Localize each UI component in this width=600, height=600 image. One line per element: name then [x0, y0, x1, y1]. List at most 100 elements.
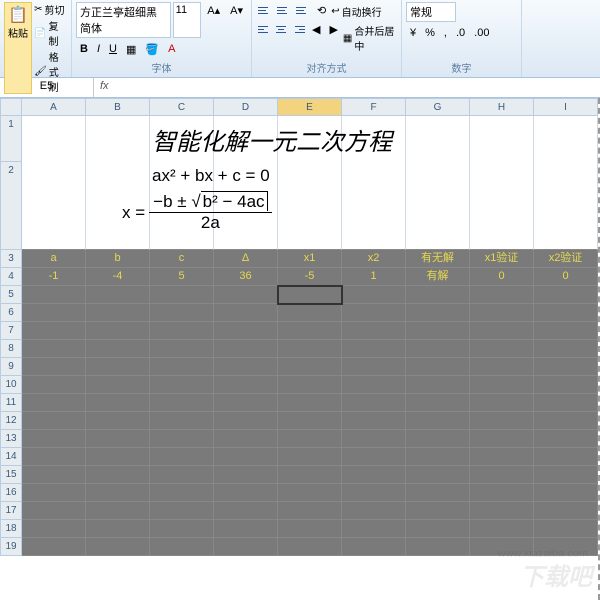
col-header[interactable]: D	[214, 98, 278, 116]
align-middle-button[interactable]	[275, 2, 293, 18]
cell[interactable]	[406, 358, 470, 376]
formula-input[interactable]	[115, 78, 600, 97]
cell[interactable]	[150, 502, 214, 520]
cell[interactable]	[22, 538, 86, 556]
row-header[interactable]: 3	[0, 250, 22, 268]
cell[interactable]	[470, 484, 534, 502]
col-header[interactable]: B	[86, 98, 150, 116]
cell[interactable]	[150, 430, 214, 448]
cell[interactable]	[150, 286, 214, 304]
cell[interactable]	[470, 394, 534, 412]
cell[interactable]: 有解	[406, 268, 470, 286]
row-header[interactable]: 1	[0, 116, 22, 162]
cell[interactable]	[470, 340, 534, 358]
cell[interactable]	[534, 520, 598, 538]
cell[interactable]	[22, 484, 86, 502]
cell[interactable]	[534, 116, 598, 162]
cell[interactable]: x2验证	[534, 250, 598, 268]
cell[interactable]	[470, 116, 534, 162]
cell[interactable]	[278, 412, 342, 430]
row-header[interactable]: 8	[0, 340, 22, 358]
cell[interactable]	[406, 538, 470, 556]
col-header[interactable]: H	[470, 98, 534, 116]
cell[interactable]	[150, 304, 214, 322]
cell[interactable]	[342, 286, 406, 304]
cell[interactable]	[534, 304, 598, 322]
align-top-button[interactable]	[256, 2, 274, 18]
cell[interactable]	[150, 466, 214, 484]
cell[interactable]	[534, 286, 598, 304]
cell[interactable]	[150, 376, 214, 394]
cell[interactable]	[150, 394, 214, 412]
cell[interactable]	[406, 322, 470, 340]
col-header[interactable]: F	[342, 98, 406, 116]
cell[interactable]	[278, 162, 342, 250]
cell[interactable]	[406, 116, 470, 162]
selected-cell[interactable]	[278, 286, 342, 304]
currency-button[interactable]: ¥	[406, 25, 420, 41]
cell[interactable]	[22, 448, 86, 466]
cell[interactable]	[278, 430, 342, 448]
wrap-text-button[interactable]: ↩自动换行	[331, 4, 381, 19]
cell[interactable]	[406, 502, 470, 520]
row-header[interactable]: 18	[0, 520, 22, 538]
row-header[interactable]: 2	[0, 162, 22, 250]
cell[interactable]	[22, 286, 86, 304]
font-color-button[interactable]: A	[164, 41, 179, 58]
fx-button[interactable]: fx	[94, 78, 115, 97]
font-size-select[interactable]: 11	[173, 2, 202, 38]
row-header[interactable]: 6	[0, 304, 22, 322]
row-header[interactable]: 7	[0, 322, 22, 340]
align-bottom-button[interactable]	[294, 2, 312, 18]
cell[interactable]	[470, 430, 534, 448]
cell[interactable]	[342, 466, 406, 484]
underline-button[interactable]: U	[105, 41, 121, 58]
cell[interactable]	[150, 340, 214, 358]
cell[interactable]	[342, 162, 406, 250]
cell[interactable]	[406, 394, 470, 412]
increase-indent-button[interactable]: ▶	[325, 21, 341, 53]
cell[interactable]	[86, 340, 150, 358]
cell[interactable]	[86, 502, 150, 520]
cell[interactable]	[342, 394, 406, 412]
cell[interactable]	[214, 304, 278, 322]
copy-button[interactable]: 📄复制	[34, 18, 67, 48]
cell[interactable]: x1	[278, 250, 342, 268]
cell[interactable]	[22, 376, 86, 394]
font-name-select[interactable]: 方正兰亭超细黑简体	[76, 2, 171, 38]
cell[interactable]	[342, 340, 406, 358]
cell[interactable]	[470, 358, 534, 376]
cell[interactable]	[534, 448, 598, 466]
cell[interactable]: x1验证	[470, 250, 534, 268]
cell[interactable]	[214, 466, 278, 484]
cell[interactable]	[342, 538, 406, 556]
align-left-button[interactable]	[256, 21, 272, 37]
cell[interactable]	[150, 358, 214, 376]
merge-center-button[interactable]: ▦合并后居中	[343, 23, 397, 53]
orientation-button[interactable]: ⟲	[313, 2, 330, 19]
cell[interactable]	[470, 376, 534, 394]
cell[interactable]	[22, 116, 86, 162]
row-header[interactable]: 4	[0, 268, 22, 286]
cell[interactable]	[470, 304, 534, 322]
cell[interactable]	[22, 466, 86, 484]
cell[interactable]	[534, 162, 598, 250]
cell[interactable]	[470, 466, 534, 484]
cell[interactable]	[22, 412, 86, 430]
row-header[interactable]: 12	[0, 412, 22, 430]
cell[interactable]	[22, 304, 86, 322]
row-header[interactable]: 11	[0, 394, 22, 412]
cell[interactable]	[406, 286, 470, 304]
cell[interactable]	[150, 538, 214, 556]
cell[interactable]	[150, 520, 214, 538]
cell[interactable]	[342, 322, 406, 340]
cell[interactable]	[534, 466, 598, 484]
cell[interactable]	[278, 448, 342, 466]
cell[interactable]	[86, 376, 150, 394]
cell[interactable]	[214, 484, 278, 502]
row-header[interactable]: 13	[0, 430, 22, 448]
cell[interactable]	[86, 394, 150, 412]
cell[interactable]	[150, 322, 214, 340]
cut-button[interactable]: ✂剪切	[34, 2, 67, 17]
comma-button[interactable]: ,	[440, 25, 451, 41]
